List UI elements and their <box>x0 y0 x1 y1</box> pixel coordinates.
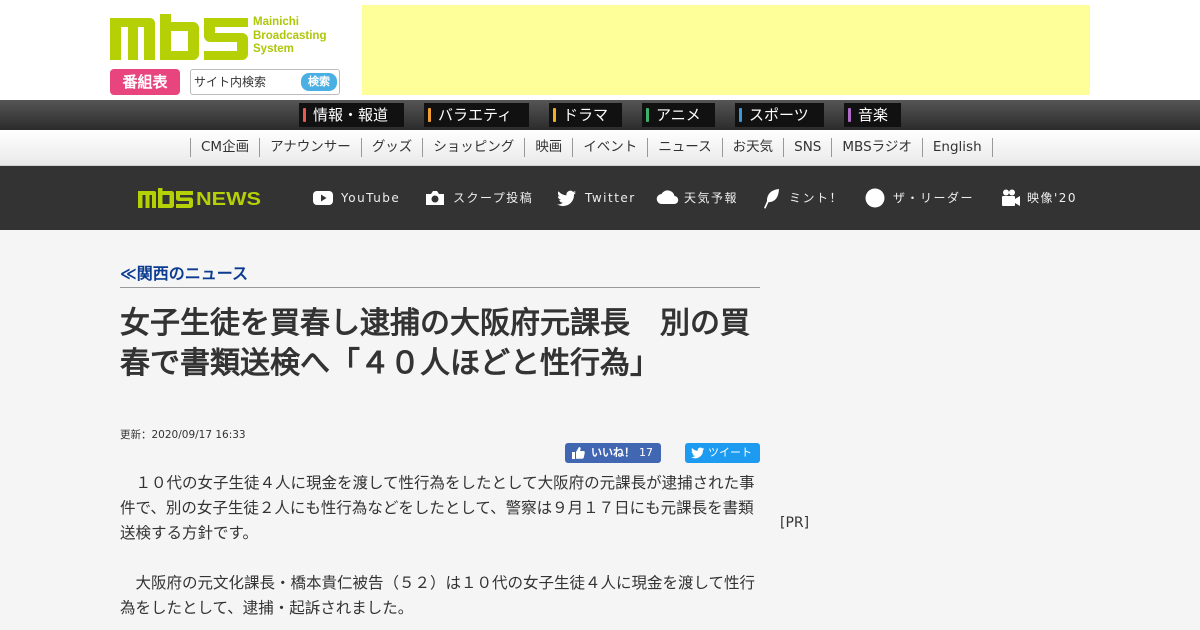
subnav-event[interactable]: イベント <box>573 138 649 157</box>
sub-nav: CM企画 アナウンサー グッズ ショッピング 映画 イベント ニュース お天気 … <box>0 130 1200 166</box>
subnav-cm[interactable]: CM企画 <box>191 138 261 157</box>
thumbs-up-icon <box>572 447 585 459</box>
genre-color-mark <box>428 108 431 122</box>
site-header: Mainichi Broadcasting System 番組表 検索 <box>0 0 1200 100</box>
facebook-like-button[interactable]: いいね！ 17 <box>565 443 661 463</box>
youtube-icon <box>313 191 333 205</box>
tweet-button[interactable]: ツイート <box>685 443 760 463</box>
subnav-announcer[interactable]: アナウンサー <box>260 138 362 157</box>
genre-color-mark <box>646 108 649 122</box>
genre-label: ドラマ <box>563 106 609 124</box>
subnav-weather[interactable]: お天気 <box>723 138 785 157</box>
article-paragraph: １０代の女子生徒４人に現金を渡して性行為をしたとして大阪府の元課長が逮捕された事… <box>120 474 755 542</box>
circle-icon <box>865 188 885 208</box>
mbs-logo[interactable]: Mainichi Broadcasting System <box>110 14 340 60</box>
like-label: いいね！ <box>591 446 635 459</box>
genre-news[interactable]: 情報・報道 <box>299 103 404 127</box>
genre-label: スポーツ <box>749 106 809 124</box>
news-youtube[interactable]: YouTube <box>313 188 405 208</box>
subnav-sns[interactable]: SNS <box>784 138 833 157</box>
news-leader[interactable]: ザ・リーダー <box>865 188 981 208</box>
camera-icon <box>426 191 444 205</box>
news-item-label: YouTube <box>341 191 401 205</box>
news-weather[interactable]: 天気予報 <box>656 188 742 208</box>
article-paragraph: 大阪府の元文化課長・橋本貴仁被告（５２）は１０代の女子生徒４人に現金を渡して性行… <box>120 574 756 617</box>
news-item-label: スクープ投稿 <box>453 191 534 205</box>
tweet-label: ツイート <box>708 446 752 459</box>
search-input[interactable] <box>194 73 298 91</box>
logo-subtitle: Mainichi Broadcasting System <box>253 16 327 57</box>
genre-nav: 情報・報道 バラエティ ドラマ アニメ スポーツ 音楽 <box>0 100 1200 130</box>
breadcrumb[interactable]: ≪関西のニュース <box>120 264 760 288</box>
video-camera-icon <box>1002 189 1020 206</box>
ad-banner[interactable] <box>362 5 1090 95</box>
genre-label: 情報・報道 <box>313 106 389 124</box>
subnav-english[interactable]: English <box>923 138 993 157</box>
subnav-shopping[interactable]: ショッピング <box>423 138 526 157</box>
mbs-news-logo[interactable]: NEWS <box>138 188 262 208</box>
article-main: ≪関西のニュース 女子生徒を買春し逮捕の大阪府元課長 別の買春で書類送検へ「４０… <box>0 230 1200 630</box>
news-eizo[interactable]: 映像'20 <box>1001 188 1081 208</box>
twitter-icon <box>557 190 576 207</box>
subnav-radio[interactable]: MBSラジオ <box>832 138 923 157</box>
genre-label: 音楽 <box>858 106 889 124</box>
news-item-label: Twitter <box>585 191 636 205</box>
site-search: 検索 <box>190 69 340 95</box>
news-scoop[interactable]: スクープ投稿 <box>425 188 540 208</box>
article-title: 女子生徒を買春し逮捕の大阪府元課長 別の買春で書類送検へ「４０人ほどと性行為」 <box>120 306 750 381</box>
news-mint[interactable]: ミント！ <box>763 188 845 209</box>
cloud-icon <box>656 190 679 205</box>
news-item-label: ミント！ <box>789 191 844 205</box>
logo-sub-line: Mainichi <box>253 16 300 28</box>
updated-timestamp: 更新：2020/09/17 16:33 <box>120 429 246 441</box>
genre-music[interactable]: 音楽 <box>844 103 901 127</box>
leaf-icon <box>764 189 779 209</box>
subnav-goods[interactable]: グッズ <box>362 138 424 157</box>
genre-label: アニメ <box>656 106 701 124</box>
sub-nav-list: CM企画 アナウンサー グッズ ショッピング 映画 イベント ニュース お天気 … <box>190 138 993 157</box>
subnav-movie[interactable]: 映画 <box>525 138 574 157</box>
svg-text:NEWS: NEWS <box>196 188 261 208</box>
logo-sub-line: System <box>253 43 294 55</box>
news-item-label: ザ・リーダー <box>893 191 975 205</box>
news-item-label: 映像'20 <box>1027 191 1078 205</box>
genre-sports[interactable]: スポーツ <box>735 103 824 127</box>
news-bar: NEWS YouTube スクープ投稿 Twitter 天気予報 ミント！ ザ・… <box>0 166 1200 230</box>
genre-anime[interactable]: アニメ <box>642 103 715 127</box>
news-item-label: 天気予報 <box>684 191 739 205</box>
subnav-news[interactable]: ニュース <box>648 138 723 157</box>
logo-sub-line: Broadcasting <box>253 29 327 42</box>
genre-label: バラエティ <box>438 106 513 124</box>
genre-color-mark <box>848 108 851 122</box>
genre-variety[interactable]: バラエティ <box>424 103 529 127</box>
search-button[interactable]: 検索 <box>301 73 337 91</box>
genre-color-mark <box>739 108 742 122</box>
genre-color-mark <box>303 108 306 122</box>
pr-label: [PR] <box>780 515 810 531</box>
genre-color-mark <box>553 108 556 122</box>
tv-schedule-button[interactable]: 番組表 <box>110 69 180 95</box>
twitter-icon <box>691 447 705 459</box>
mbs-logo-mark <box>110 14 248 60</box>
news-twitter[interactable]: Twitter <box>557 188 639 208</box>
like-count: 17 <box>639 446 653 459</box>
genre-drama[interactable]: ドラマ <box>549 103 622 127</box>
